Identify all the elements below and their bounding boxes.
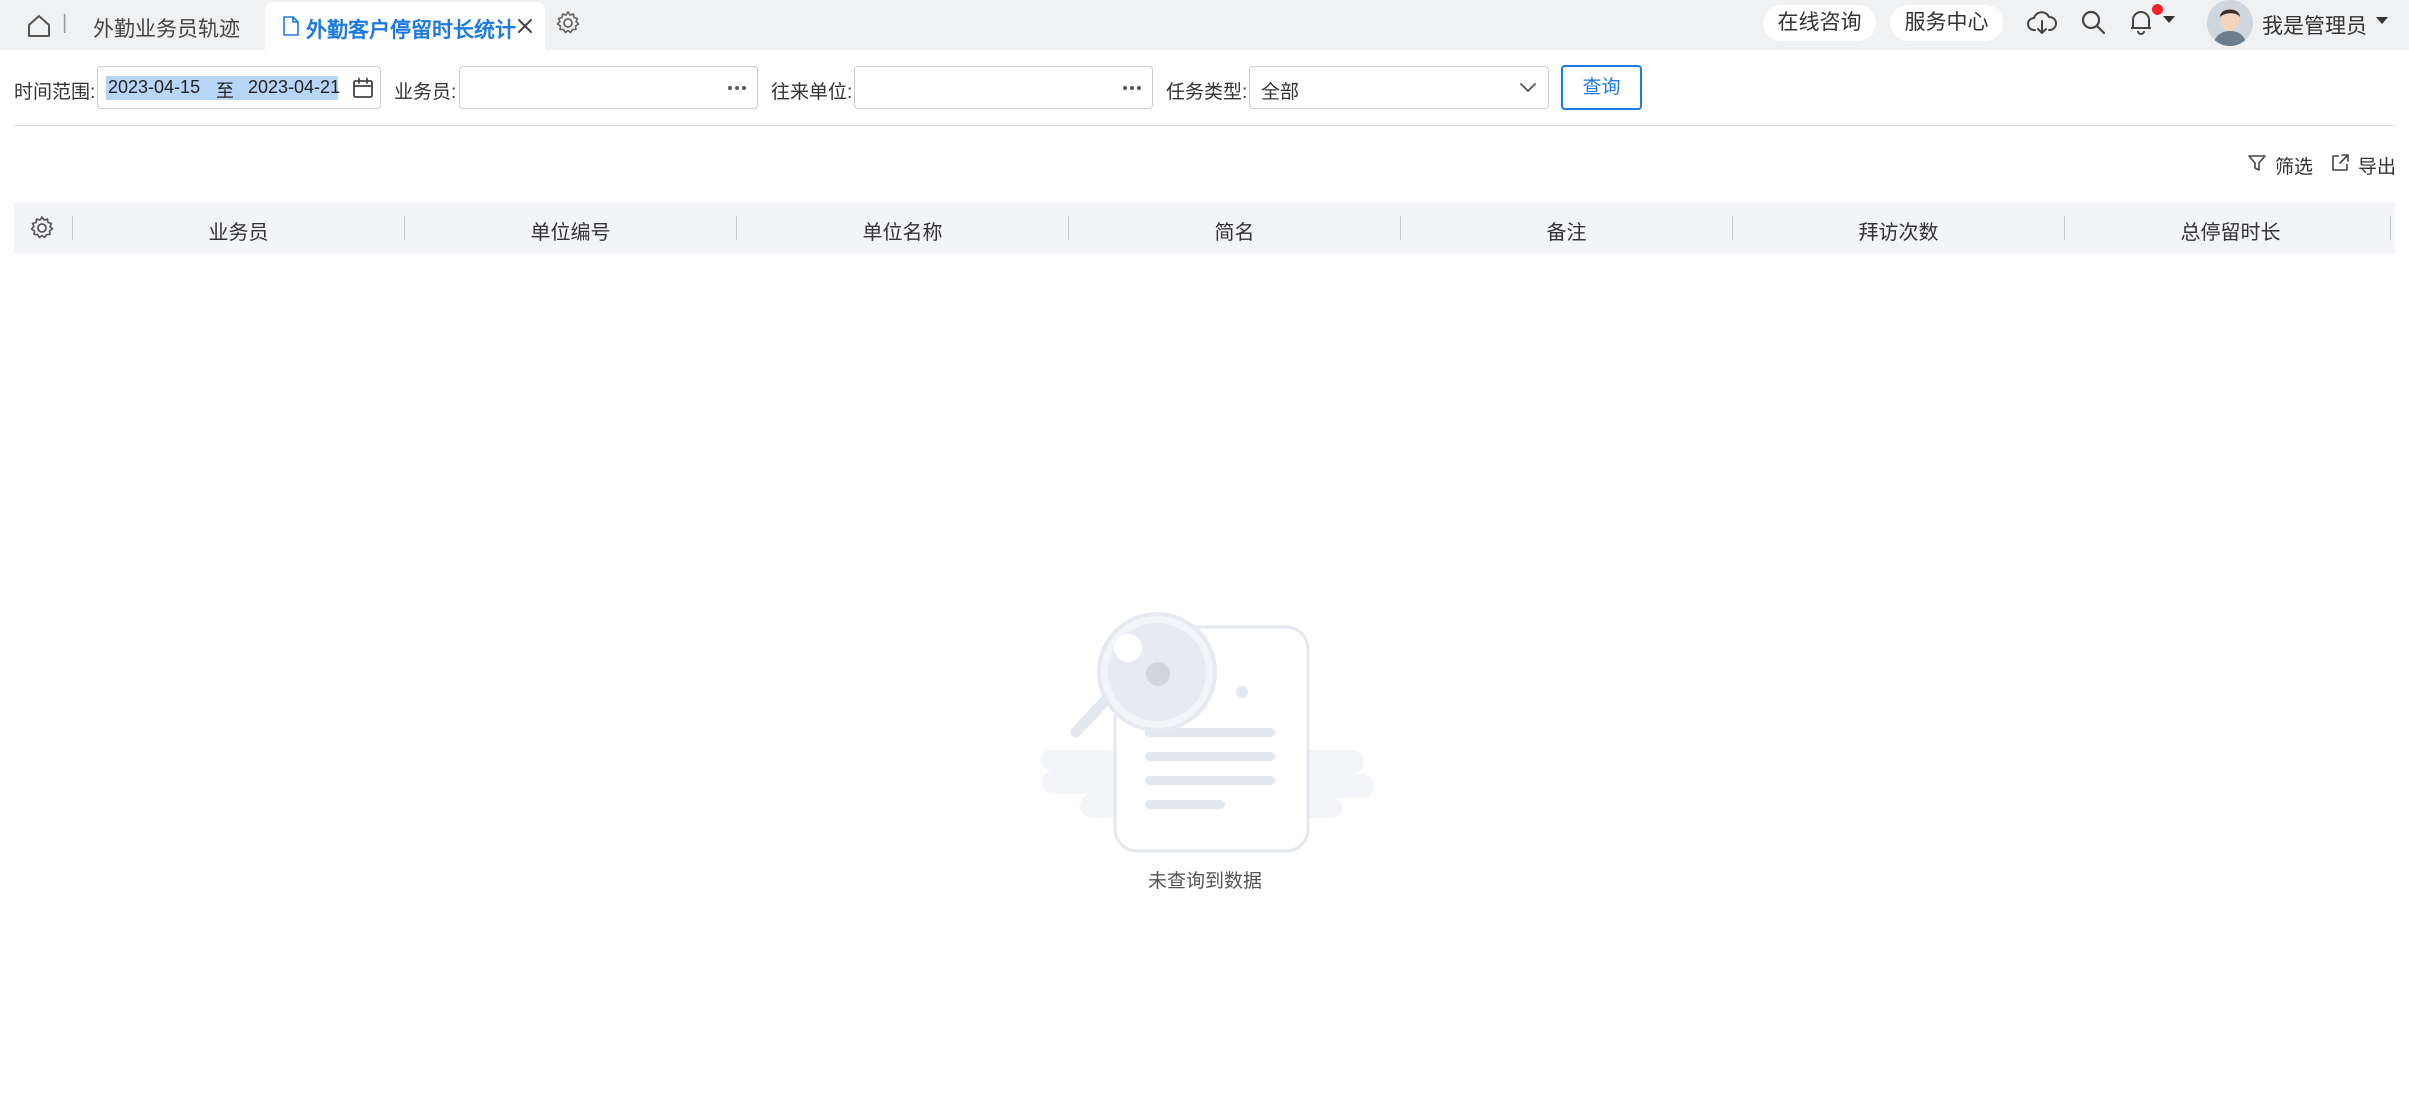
column-settings-icon[interactable]: [29, 215, 55, 241]
search-icon[interactable]: [2079, 8, 2107, 36]
online-consult-button[interactable]: 在线咨询: [1763, 5, 1876, 41]
date-range-picker[interactable]: 2023-04-15 至 2023-04-21: [97, 66, 381, 109]
top-bar: | 外勤业务员轨迹 外勤客户停留时长统计 在线咨询 服务中心 我是管理员: [0, 0, 2409, 50]
filter-label: 筛选: [2275, 157, 2314, 178]
export-label: 导出: [2358, 157, 2397, 178]
export-button[interactable]: 导出: [2330, 152, 2396, 179]
gear-icon[interactable]: [555, 10, 581, 36]
salesman-input[interactable]: [459, 66, 758, 109]
tab-separator: |: [62, 12, 68, 34]
chevron-down-icon: [1520, 83, 1536, 92]
column-header-salesman[interactable]: 业务员: [73, 216, 404, 245]
query-button[interactable]: 查询: [1561, 65, 1642, 110]
column-header-visit-count[interactable]: 拜访次数: [1733, 216, 2064, 245]
avatar[interactable]: [2207, 0, 2253, 46]
divider: [14, 125, 2395, 126]
column-divider[interactable]: [2390, 216, 2391, 240]
time-range-label: 时间范围:: [14, 82, 96, 103]
tab-active-label: 外勤客户停留时长统计: [306, 19, 516, 42]
tab-salesman-track[interactable]: 外勤业务员轨迹: [93, 13, 240, 43]
close-icon[interactable]: [516, 17, 534, 35]
tab-customer-stay-stats[interactable]: 外勤客户停留时长统计: [265, 2, 545, 50]
partner-unit-input[interactable]: [854, 66, 1153, 109]
task-type-label: 任务类型:: [1166, 82, 1248, 103]
calendar-icon[interactable]: [352, 77, 374, 99]
empty-data-illustration: [1040, 612, 1374, 853]
column-header-unit-name[interactable]: 单位名称: [737, 216, 1068, 245]
column-header-total-stay[interactable]: 总停留时长: [2065, 216, 2396, 245]
column-header-short-name[interactable]: 简名: [1069, 216, 1400, 245]
table-header: 业务员 单位编号 单位名称 简名 备注 拜访次数 总停留时长: [14, 202, 2395, 254]
task-type-select[interactable]: 全部: [1249, 66, 1549, 109]
home-icon[interactable]: [26, 13, 52, 39]
empty-state-message: 未查询到数据: [1147, 871, 1262, 892]
column-header-unit-code[interactable]: 单位编号: [405, 216, 736, 245]
date-start[interactable]: 2023-04-15: [108, 77, 200, 98]
date-separator: 至: [216, 81, 234, 101]
filter-button[interactable]: 筛选: [2247, 152, 2313, 179]
caret-down-icon[interactable]: [2375, 15, 2389, 25]
cloud-download-icon[interactable]: [2027, 8, 2057, 38]
export-icon: [2332, 154, 2349, 171]
filter-icon: [2248, 155, 2266, 171]
user-name[interactable]: 我是管理员: [2262, 10, 2367, 40]
task-type-value: 全部: [1261, 82, 1300, 103]
caret-down-icon[interactable]: [2162, 14, 2176, 24]
column-header-remark[interactable]: 备注: [1401, 216, 1732, 245]
salesman-label: 业务员:: [394, 82, 457, 103]
more-dots-icon[interactable]: [726, 80, 748, 96]
service-center-button[interactable]: 服务中心: [1890, 5, 2003, 41]
document-icon: [283, 16, 299, 36]
avatar-image: [2207, 0, 2253, 46]
partner-unit-label: 往来单位:: [771, 82, 853, 103]
more-dots-icon[interactable]: [1121, 80, 1143, 96]
date-end[interactable]: 2023-04-21: [248, 77, 340, 98]
